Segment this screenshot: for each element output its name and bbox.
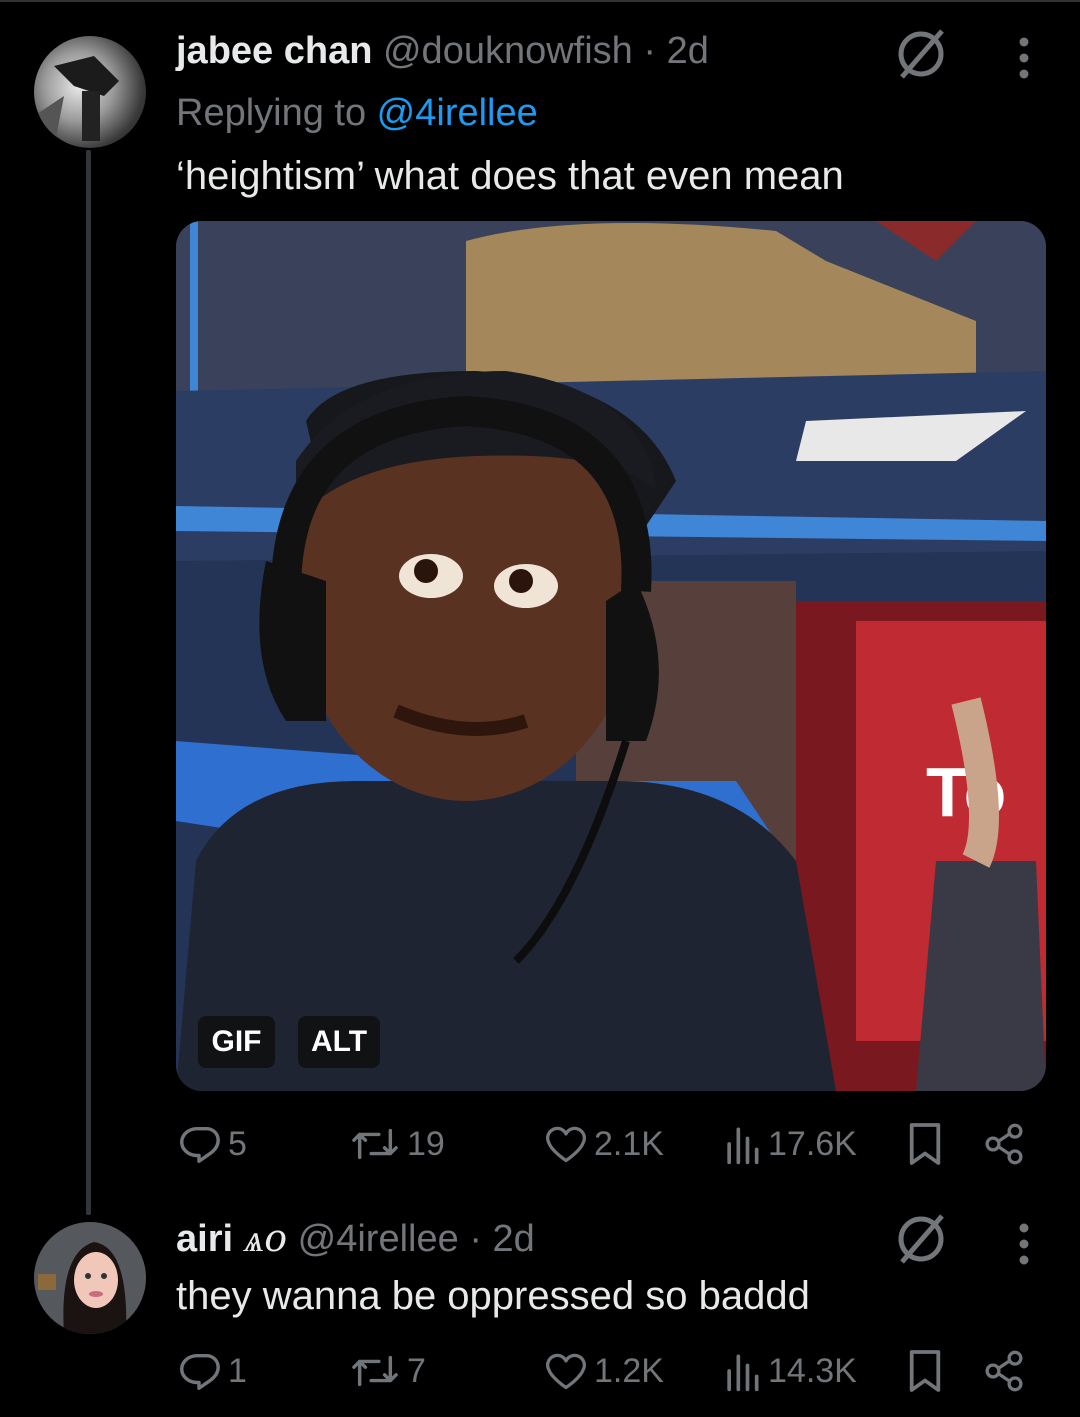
post-text: they wanna be oppressed so baddd (176, 1274, 810, 1318)
display-name[interactable]: jabee chan (176, 30, 372, 72)
replying-to-link[interactable]: @4irellee (377, 92, 538, 134)
like-button[interactable]: 1.2K (544, 1341, 664, 1401)
post-header: jabee chan @douknowfish · 2d (176, 30, 709, 73)
like-count: 2.1K (594, 1124, 664, 1163)
bookmark-icon (909, 1123, 941, 1165)
gif-badge: GIF (198, 1016, 275, 1068)
repost-count: 19 (407, 1124, 445, 1163)
reply-button[interactable]: 1 (176, 1341, 247, 1401)
like-icon (546, 1126, 586, 1163)
reply-icon (180, 1353, 220, 1390)
reply-count: 1 (228, 1351, 247, 1390)
views-button[interactable]: 17.6K (722, 1114, 857, 1174)
avatar[interactable] (34, 1222, 146, 1334)
like-count: 1.2K (594, 1351, 664, 1390)
share-button[interactable] (982, 1341, 1026, 1401)
post-actions: 1 7 1.2K 14.3K (176, 1341, 1036, 1401)
views-icon (727, 1127, 759, 1165)
display-name[interactable]: airi ѧο (176, 1216, 288, 1260)
views-button[interactable]: 14.3K (722, 1341, 857, 1401)
like-icon (546, 1353, 586, 1390)
handle[interactable]: @douknowfish (383, 30, 633, 72)
repost-icon (352, 1355, 398, 1387)
views-count: 14.3K (768, 1351, 857, 1390)
repost-icon (352, 1128, 398, 1160)
replying-prefix: Replying to (176, 92, 377, 134)
reply-count: 5 (228, 1124, 247, 1163)
timestamp[interactable]: · 2d (643, 30, 708, 72)
bookmark-button[interactable] (906, 1341, 944, 1401)
repost-count: 7 (407, 1351, 426, 1390)
handle[interactable]: @4irellee (298, 1218, 459, 1260)
more-icon[interactable] (1018, 36, 1030, 80)
reply-icon (180, 1126, 220, 1163)
replying-to: Replying to @4irellee (176, 92, 538, 135)
views-icon (727, 1354, 759, 1392)
alt-badge[interactable]: ALT (298, 1016, 380, 1068)
bookmark-button[interactable] (906, 1114, 944, 1174)
share-icon (985, 1350, 1023, 1392)
reply-button[interactable]: 5 (176, 1114, 247, 1174)
post-text: ‘heightism’ what does that even mean (176, 154, 844, 198)
share-button[interactable] (982, 1114, 1026, 1174)
share-icon (985, 1123, 1023, 1165)
post-actions: 5 19 2.1K 17.6K (176, 1114, 1036, 1174)
top-divider (0, 0, 1080, 2)
repost-button[interactable]: 19 (349, 1114, 445, 1174)
more-icon[interactable] (1018, 1222, 1030, 1266)
post-media-gif[interactable]: To (176, 221, 1046, 1091)
post-header: airi ѧο @4irellee · 2d (176, 1216, 535, 1261)
thread-line (86, 150, 91, 1215)
grok-icon[interactable] (892, 1210, 950, 1268)
avatar[interactable] (34, 36, 146, 148)
bookmark-icon (909, 1350, 941, 1392)
repost-button[interactable]: 7 (349, 1341, 426, 1401)
views-count: 17.6K (768, 1124, 857, 1163)
grok-icon[interactable] (892, 25, 950, 83)
display-name-glyphs: ѧο (243, 1216, 288, 1260)
like-button[interactable]: 2.1K (544, 1114, 664, 1174)
timestamp[interactable]: · 2d (469, 1218, 534, 1260)
